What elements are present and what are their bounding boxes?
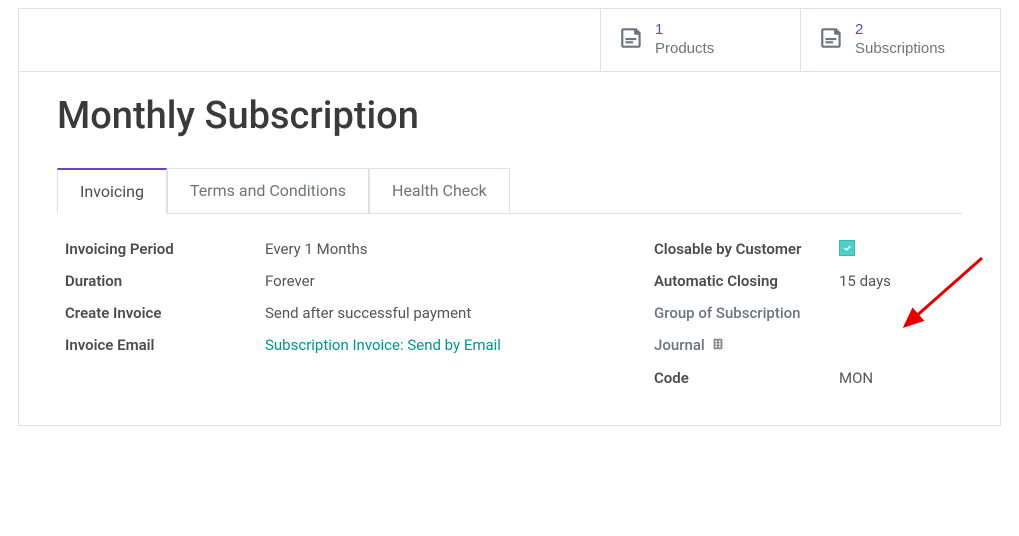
tab-terms[interactable]: Terms and Conditions (167, 168, 369, 213)
label-invoicing-period: Invoicing Period (65, 240, 265, 258)
value-create-invoice: Send after successful payment (265, 304, 471, 322)
stat-label: Subscriptions (855, 40, 945, 59)
stat-count: 2 (855, 21, 945, 40)
value-duration: Forever (265, 272, 315, 290)
field-closable: Closable by Customer (654, 240, 954, 258)
field-invoice-email: Invoice Email Subscription Invoice: Send… (65, 336, 594, 354)
form-container: 1 Products 2 Subscriptions Monthly Subsc… (18, 8, 1001, 426)
label-journal: Journal (654, 336, 839, 355)
field-journal: Journal (654, 336, 954, 355)
stat-count: 1 (655, 21, 714, 40)
left-column: Invoicing Period Every 1 Months Duration… (65, 240, 594, 401)
form-body: Monthly Subscription Invoicing Terms and… (19, 72, 1000, 425)
checkbox-closable[interactable] (839, 240, 855, 256)
field-create-invoice: Create Invoice Send after successful pay… (65, 304, 594, 322)
label-auto-closing: Automatic Closing (654, 272, 839, 290)
stat-label: Products (655, 40, 714, 59)
tabs: Invoicing Terms and Conditions Health Ch… (57, 168, 962, 214)
field-invoicing-period: Invoicing Period Every 1 Months (65, 240, 594, 258)
stat-button-box: 1 Products 2 Subscriptions (19, 9, 1000, 72)
field-code: Code MON (654, 369, 954, 387)
page-title: Monthly Subscription (57, 94, 962, 138)
value-invoice-email: Subscription Invoice: Send by Email (265, 336, 501, 354)
book-icon (819, 25, 845, 54)
tab-invoicing[interactable]: Invoicing (57, 168, 167, 214)
field-auto-closing: Automatic Closing 15 days (654, 272, 954, 290)
check-icon (842, 243, 853, 254)
label-duration: Duration (65, 272, 265, 290)
book-icon (619, 25, 645, 54)
building-icon (711, 337, 725, 355)
tab-health[interactable]: Health Check (369, 168, 510, 213)
field-duration: Duration Forever (65, 272, 594, 290)
label-invoice-email: Invoice Email (65, 336, 265, 354)
value-code: MON (839, 369, 873, 387)
value-invoicing-period: Every 1 Months (265, 240, 368, 258)
right-column: Closable by Customer Automatic Closing 1… (654, 240, 954, 401)
label-closable: Closable by Customer (654, 240, 839, 258)
stat-button-products[interactable]: 1 Products (600, 9, 800, 71)
stat-button-subscriptions[interactable]: 2 Subscriptions (800, 9, 1000, 71)
field-group-sub: Group of Subscription (654, 304, 954, 322)
label-create-invoice: Create Invoice (65, 304, 265, 322)
value-auto-closing: 15 days (839, 272, 891, 290)
link-invoice-email[interactable]: Subscription Invoice: Send by Email (265, 336, 501, 354)
label-group-sub: Group of Subscription (654, 304, 839, 322)
tab-content-invoicing: Invoicing Period Every 1 Months Duration… (57, 214, 962, 401)
label-code: Code (654, 369, 839, 387)
